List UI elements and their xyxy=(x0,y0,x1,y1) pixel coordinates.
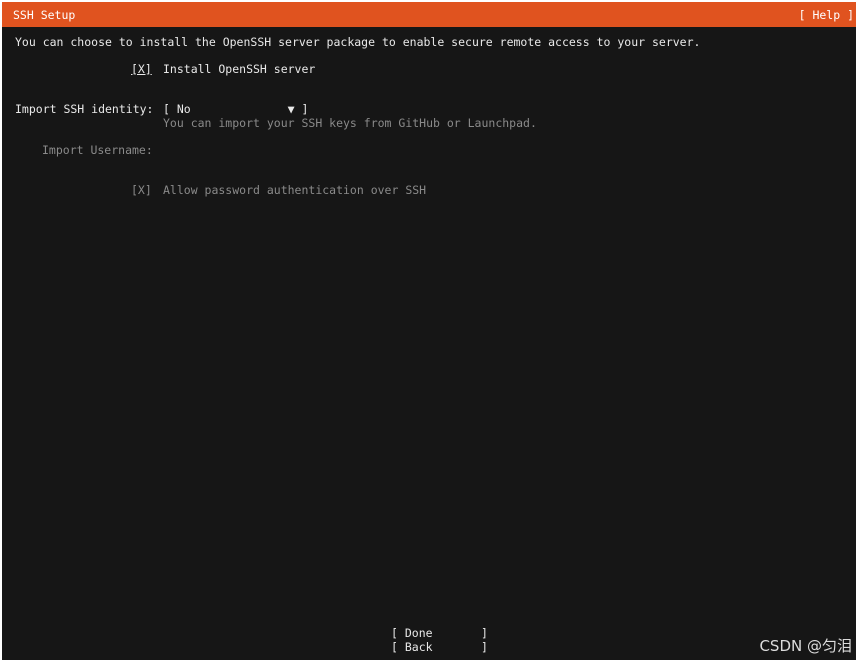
install-openssh-checkbox[interactable]: [X] xyxy=(131,62,152,76)
import-identity-label: Import SSH identity: xyxy=(15,102,154,116)
install-openssh-checkbox-mark[interactable]: [X] xyxy=(131,62,152,76)
title-bar: SSH Setup [ Help ] xyxy=(2,2,856,27)
screen-title: SSH Setup xyxy=(13,8,76,22)
intro-text: You can choose to install the OpenSSH se… xyxy=(15,35,701,49)
help-button[interactable]: [ Help ] xyxy=(799,8,854,22)
import-identity-help: You can import your SSH keys from GitHub… xyxy=(163,116,537,130)
import-username-input[interactable] xyxy=(163,143,463,157)
allow-password-label: Allow password authentication over SSH xyxy=(163,183,427,197)
watermark: CSDN @匀泪 xyxy=(759,637,852,655)
installer-screen: SSH Setup [ Help ] You can choose to ins… xyxy=(2,2,856,660)
done-button[interactable]: [ Done ] xyxy=(391,626,488,640)
allow-password-checkbox[interactable]: [X] xyxy=(131,183,152,197)
import-identity-select[interactable]: [ No ▼ ] xyxy=(163,102,308,116)
import-username-label: Import Username: xyxy=(42,143,153,157)
back-button[interactable]: [ Back ] xyxy=(391,640,488,654)
install-openssh-label: Install OpenSSH server xyxy=(163,62,316,76)
